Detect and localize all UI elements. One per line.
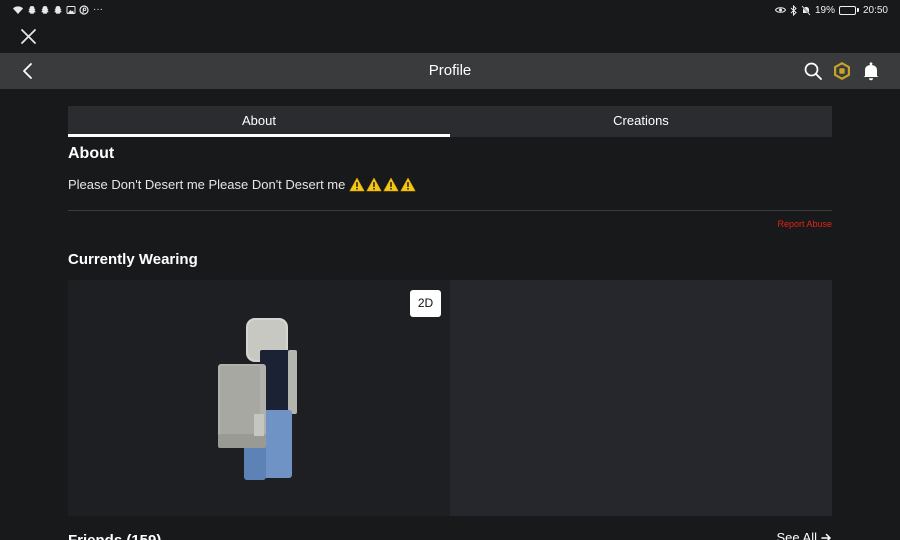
gallery-icon (66, 6, 76, 14)
currently-wearing-heading: Currently Wearing (68, 251, 198, 268)
search-icon[interactable] (803, 61, 823, 81)
snapchat-icon-2 (41, 6, 49, 14)
warning-icon (400, 177, 416, 191)
top-nav-bar: Profile (0, 53, 900, 89)
app-root: ··· 19% 20:50 Profile About Creations Ab… (0, 0, 900, 540)
eye-icon (774, 7, 786, 13)
about-text: Please Don't Desert me Please Don't Dese… (68, 176, 346, 192)
profile-tabs: About Creations (68, 106, 832, 137)
about-heading: About (68, 145, 115, 162)
snapchat-icon (28, 6, 36, 14)
battery-icon (838, 5, 859, 15)
wearing-items-panel (450, 280, 832, 516)
more-notifications-indicator: ··· (93, 4, 103, 15)
about-description: Please Don't Desert me Please Don't Dese… (68, 175, 416, 193)
pinterest-icon (79, 5, 89, 15)
page-title: Profile (428, 62, 472, 79)
avatar-figure (218, 318, 297, 480)
report-abuse-link[interactable]: Report Abuse (777, 219, 832, 229)
about-divider (68, 210, 832, 211)
toggle-2d-button[interactable]: 2D (410, 290, 441, 317)
arrow-right-icon (821, 533, 831, 540)
status-bar: ··· 19% 20:50 (0, 0, 900, 20)
warning-icon (383, 177, 399, 191)
mute-bell-icon (801, 4, 811, 16)
friends-heading: Friends (159) (68, 532, 161, 540)
see-all-friends-link[interactable]: See All (777, 530, 832, 540)
robux-icon[interactable] (832, 61, 852, 81)
tab-creations[interactable]: Creations (450, 106, 832, 137)
bluetooth-icon (790, 4, 797, 16)
status-system: 19% 20:50 (774, 3, 888, 17)
close-row (0, 22, 900, 52)
clock: 20:50 (862, 4, 888, 16)
wifi-icon (13, 6, 23, 14)
notification-bell-icon[interactable] (861, 61, 881, 81)
battery-percent: 19% (814, 4, 835, 16)
warning-icon (349, 177, 365, 191)
warning-emoji-group (349, 177, 416, 192)
see-all-label: See All (776, 530, 817, 540)
close-icon[interactable] (18, 26, 40, 48)
status-notifications: ··· (12, 3, 103, 17)
snapchat-icon-3 (54, 6, 62, 14)
warning-icon (366, 177, 382, 191)
tab-about[interactable]: About (68, 106, 450, 137)
avatar-viewer[interactable]: 2D (68, 280, 450, 516)
